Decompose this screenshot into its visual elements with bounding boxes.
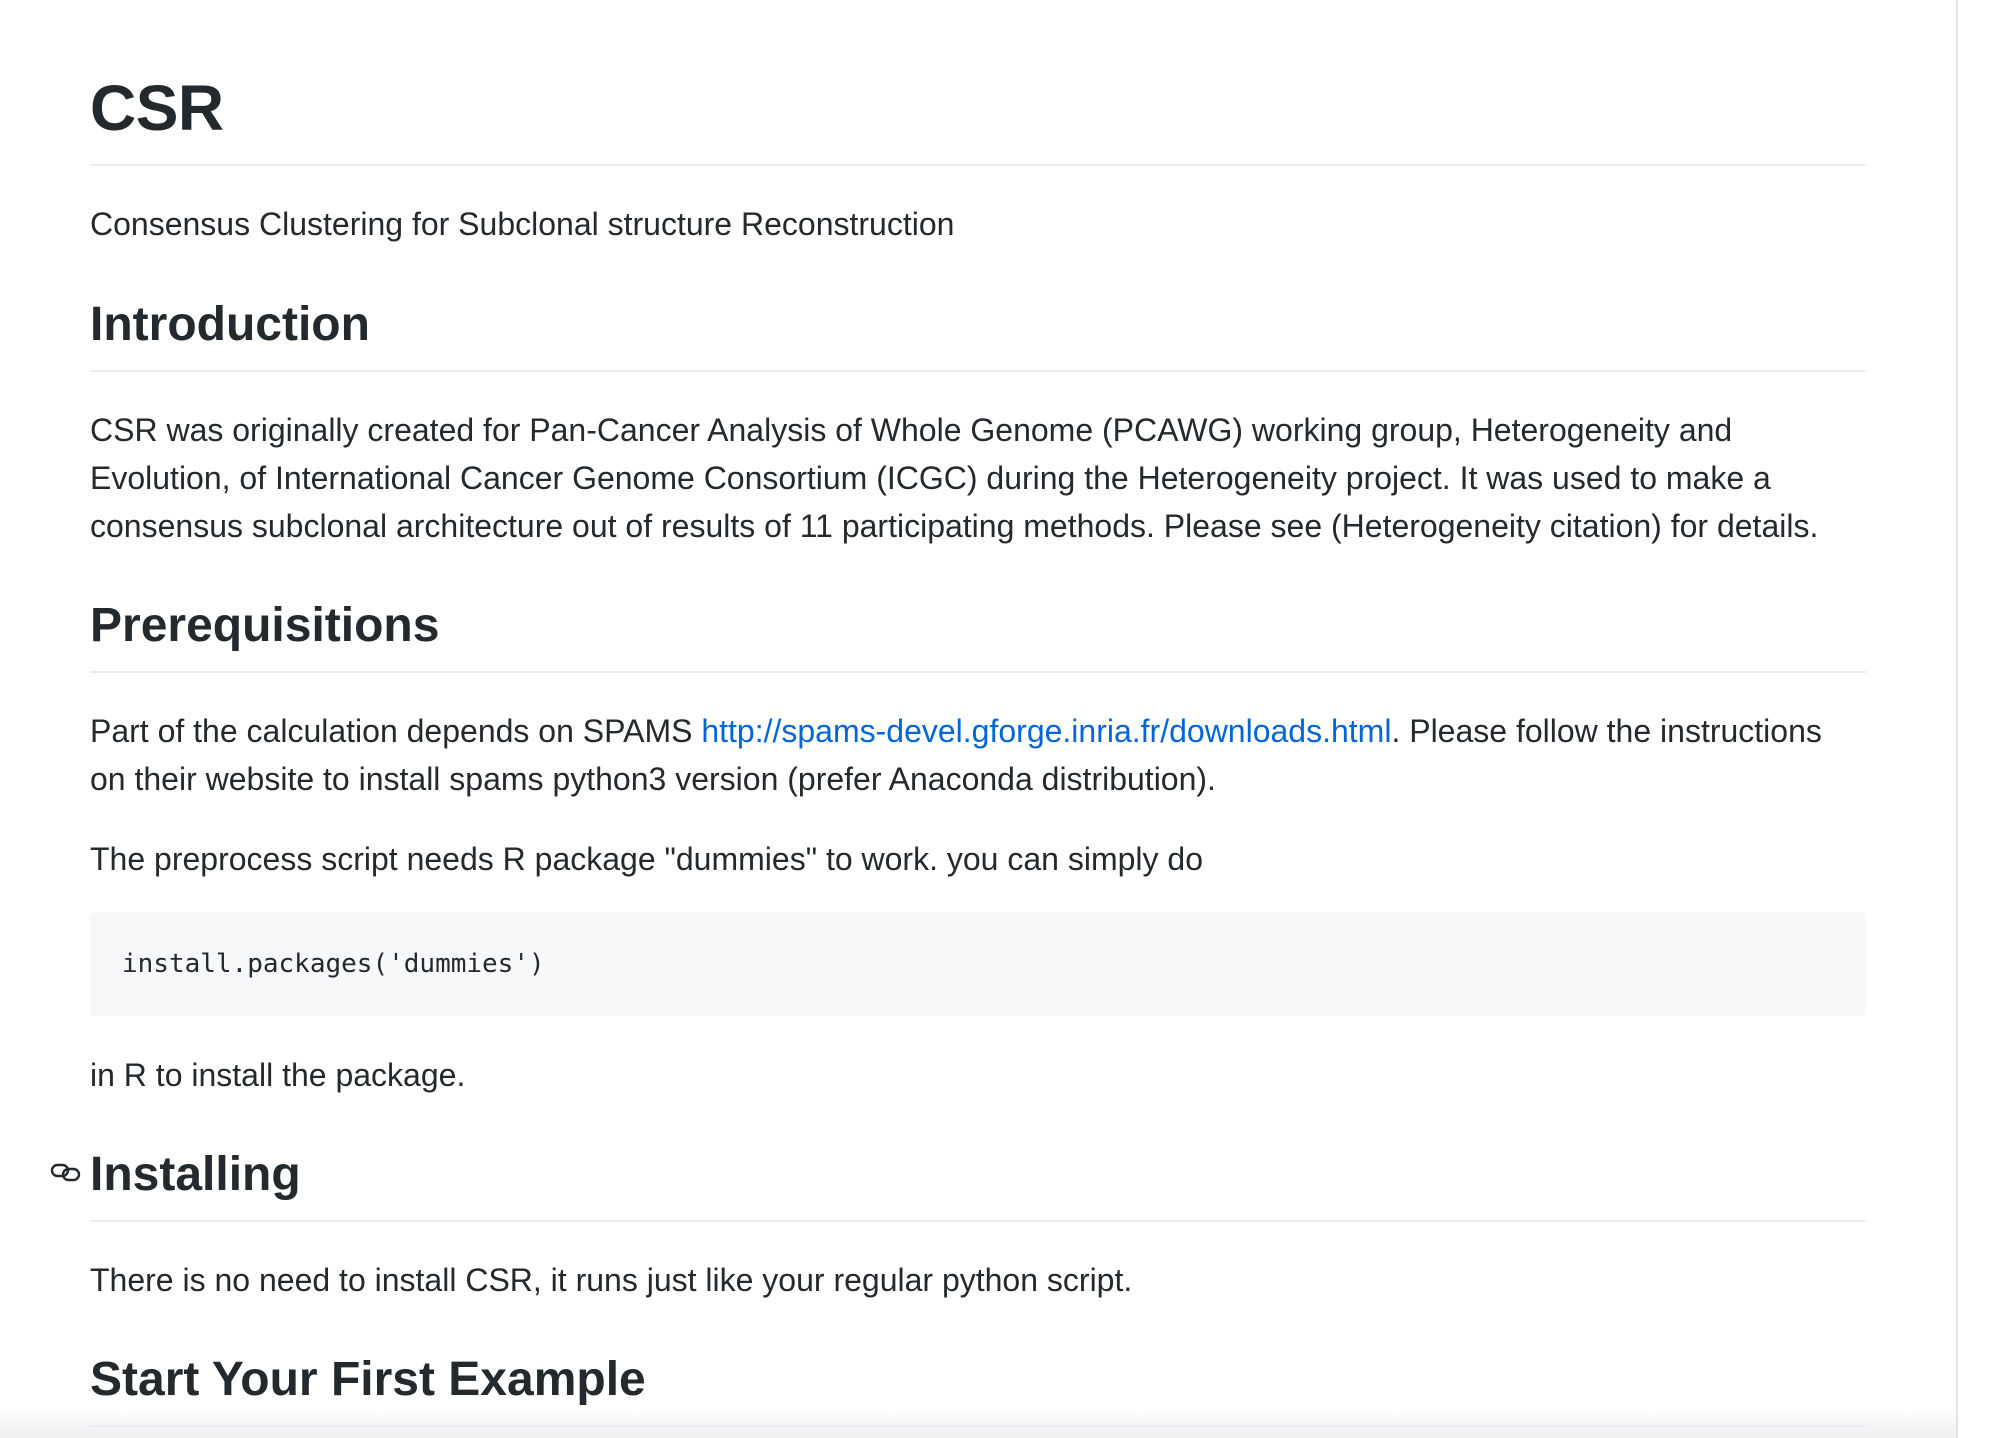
- heading-prerequisitions: Prerequisitions: [90, 599, 440, 652]
- heading-introduction: Introduction: [90, 298, 370, 351]
- bottom-fade: [0, 1408, 1956, 1438]
- spams-download-link[interactable]: http://spams-devel.gforge.inria.fr/downl…: [701, 713, 1391, 749]
- introduction-paragraph: CSR was originally created for Pan-Cance…: [90, 412, 1819, 544]
- installing-paragraph: There is no need to install CSR, it runs…: [90, 1262, 1133, 1298]
- install-package-paragraph: in R to install the package.: [90, 1057, 466, 1093]
- introduction-divider: [90, 370, 1866, 372]
- installing-divider: [90, 1220, 1866, 1222]
- code-install-dummies: install.packages('dummies'): [122, 949, 545, 979]
- heading-installing: Installing: [90, 1148, 301, 1201]
- prerequisitions-text-start: Part of the calculation depends on SPAMS: [90, 713, 702, 749]
- code-block: install.packages('dummies'): [90, 912, 1866, 1016]
- link-icon[interactable]: [50, 1160, 82, 1184]
- page-title: CSR: [90, 72, 224, 144]
- project-description: Consensus Clustering for Subclonal struc…: [90, 206, 955, 242]
- page-right-border: [1956, 0, 1958, 1438]
- prerequisitions-paragraph: Part of the calculation depends on SPAMS…: [90, 707, 1866, 803]
- heading-start-your-first-example: Start Your First Example: [90, 1353, 646, 1406]
- dummies-paragraph: The preprocess script needs R package "d…: [90, 841, 1203, 877]
- prerequisitions-divider: [90, 671, 1866, 673]
- title-divider: [90, 164, 1866, 166]
